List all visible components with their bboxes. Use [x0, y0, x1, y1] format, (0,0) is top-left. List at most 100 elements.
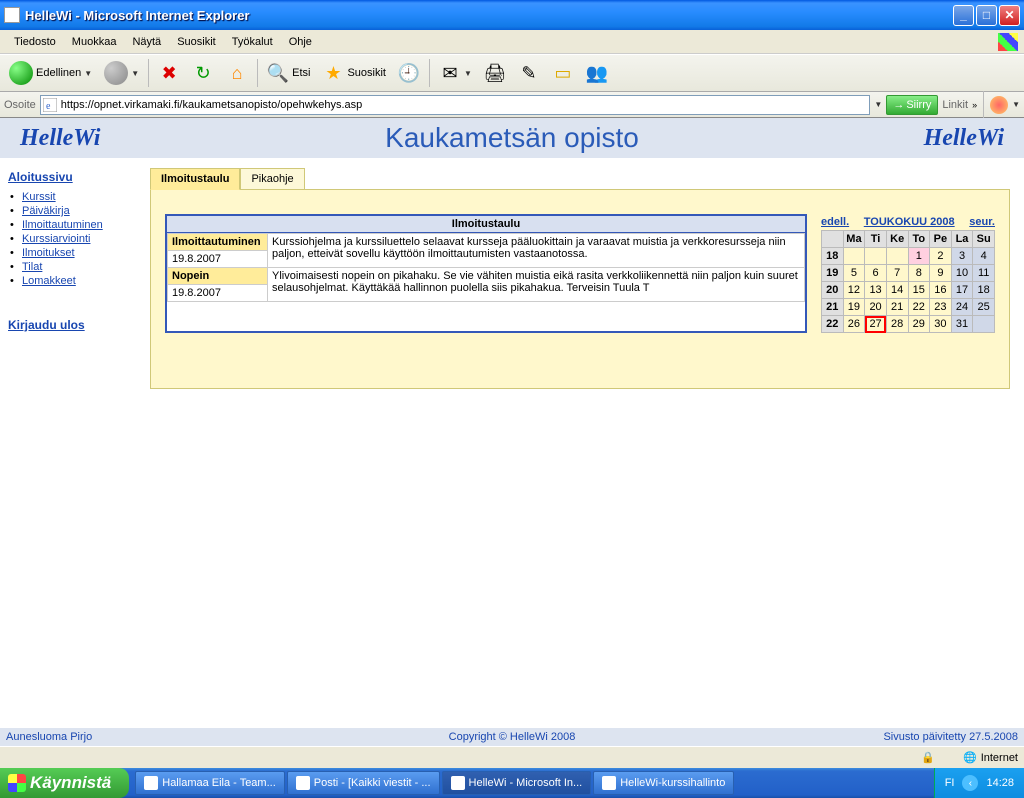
taskbar-item[interactable]: HelleWi-kurssihallinto — [593, 771, 734, 795]
calendar-day[interactable]: 3 — [951, 248, 973, 265]
calendar-day[interactable]: 14 — [886, 282, 908, 299]
menu-tools[interactable]: Työkalut — [224, 33, 281, 51]
sidebar-signout-link[interactable]: Kirjaudu ulos — [8, 318, 142, 332]
calendar-day: 20 — [822, 282, 844, 299]
calendar-day[interactable]: 29 — [908, 316, 930, 333]
calendar-day[interactable]: 21 — [886, 299, 908, 316]
calendar-prev-link[interactable]: edell. — [821, 216, 849, 228]
calendar-day[interactable]: 13 — [865, 282, 887, 299]
menu-file[interactable]: Tiedosto — [6, 33, 64, 51]
messenger-button[interactable]: 👥 — [581, 58, 613, 88]
norton-icon[interactable] — [990, 96, 1008, 114]
menu-edit[interactable]: Muokkaa — [64, 33, 125, 51]
stop-button[interactable]: ✖ — [153, 58, 185, 88]
calendar-day[interactable]: 8 — [908, 265, 930, 282]
links-label[interactable]: Linkit — [942, 99, 968, 111]
go-button[interactable]: → Siirry — [886, 95, 938, 115]
calendar-day[interactable]: 31 — [951, 316, 973, 333]
sidebar-item-kurssit[interactable]: Kurssit — [22, 191, 56, 203]
calendar-day[interactable]: 25 — [973, 299, 995, 316]
calendar-day[interactable]: 5 — [843, 265, 865, 282]
calendar-day: 21 — [822, 299, 844, 316]
separator — [257, 59, 258, 87]
calendar-day[interactable]: 11 — [973, 265, 995, 282]
calendar-title[interactable]: TOUKOKUU 2008 — [864, 216, 955, 228]
sidebar-home-link[interactable]: Aloitussivu — [8, 170, 142, 184]
window-minimize-button[interactable]: _ — [953, 5, 974, 26]
calendar-day[interactable]: 1 — [908, 248, 930, 265]
chevron-down-icon: ▼ — [84, 69, 92, 78]
stop-icon: ✖ — [158, 62, 180, 84]
search-button[interactable]: 🔍Etsi — [262, 58, 315, 88]
tab-ilmoitustaulu[interactable]: Ilmoitustaulu — [150, 168, 240, 190]
calendar-day[interactable]: 24 — [951, 299, 973, 316]
announce-row-head: Nopein — [168, 268, 268, 285]
sidebar-item-tilat[interactable]: Tilat — [22, 261, 42, 273]
discuss-button[interactable]: ▭ — [547, 58, 579, 88]
calendar-day[interactable]: 26 — [843, 316, 865, 333]
sidebar-item-paivakirja[interactable]: Päiväkirja — [22, 205, 70, 217]
calendar-day[interactable]: 22 — [908, 299, 930, 316]
chevron-down-icon: ▼ — [464, 69, 472, 78]
window-close-button[interactable]: ✕ — [999, 5, 1020, 26]
links-expand-icon[interactable]: » — [972, 100, 977, 110]
taskbar-item[interactable]: Hallamaa Eila - Team... — [135, 771, 285, 795]
forward-button[interactable]: ▼ — [99, 58, 144, 88]
calendar-day[interactable]: 19 — [843, 299, 865, 316]
tray-clock[interactable]: 14:28 — [986, 777, 1014, 789]
edit-button[interactable]: ✎ — [513, 58, 545, 88]
calendar-day[interactable]: 23 — [930, 299, 952, 316]
tray-expand-icon[interactable]: ‹ — [962, 775, 978, 791]
address-dropdown-icon[interactable]: ▼ — [874, 100, 882, 109]
calendar-dow: Su — [973, 231, 995, 248]
calendar-dow: Ke — [886, 231, 908, 248]
menu-help[interactable]: Ohje — [281, 33, 320, 51]
page-header: HelleWi Kaukametsän opisto HelleWi — [0, 118, 1024, 158]
history-button[interactable]: 🕘 — [393, 58, 425, 88]
window-maximize-button[interactable]: □ — [976, 5, 997, 26]
calendar-day[interactable]: 12 — [843, 282, 865, 299]
tray-lang[interactable]: FI — [945, 777, 955, 789]
sidebar-item-ilmoittautuminen[interactable]: Ilmoittautuminen — [22, 219, 103, 231]
taskbar-item[interactable]: Posti - [Kaikki viestit - ... — [287, 771, 440, 795]
calendar-day[interactable]: 30 — [930, 316, 952, 333]
menu-favorites[interactable]: Suosikit — [169, 33, 224, 51]
announcements-header: Ilmoitustaulu — [167, 216, 805, 233]
calendar-day[interactable]: 27 — [865, 316, 887, 333]
calendar-day[interactable]: 15 — [908, 282, 930, 299]
calendar-day[interactable]: 16 — [930, 282, 952, 299]
calendar-day[interactable]: 17 — [951, 282, 973, 299]
mail-button[interactable]: ✉▼ — [434, 58, 477, 88]
calendar-dow: La — [951, 231, 973, 248]
back-button[interactable]: Edellinen▼ — [4, 58, 97, 88]
calendar-day[interactable]: 4 — [973, 248, 995, 265]
taskbar-item[interactable]: HelleWi - Microsoft In... — [442, 771, 592, 795]
address-input[interactable] — [40, 95, 871, 115]
tab-body: Ilmoitustaulu Ilmoittautuminen Kurssiohj… — [150, 189, 1010, 389]
window-titlebar: HelleWi - Microsoft Internet Explorer _ … — [0, 0, 1024, 30]
favorites-button[interactable]: ★Suosikit — [317, 58, 391, 88]
calendar-day[interactable]: 6 — [865, 265, 887, 282]
calendar-day[interactable]: 9 — [930, 265, 952, 282]
edit-icon: ✎ — [518, 62, 540, 84]
sidebar-item-lomakkeet[interactable]: Lomakkeet — [22, 275, 76, 287]
calendar-day[interactable]: 28 — [886, 316, 908, 333]
menu-view[interactable]: Näytä — [124, 33, 169, 51]
taskbar-item-label: HelleWi-kurssihallinto — [620, 777, 725, 789]
calendar-day[interactable]: 2 — [930, 248, 952, 265]
refresh-button[interactable]: ↻ — [187, 58, 219, 88]
calendar-day[interactable]: 18 — [973, 282, 995, 299]
home-button[interactable]: ⌂ — [221, 58, 253, 88]
calendar-next-link[interactable]: seur. — [969, 216, 995, 228]
calendar-day[interactable]: 10 — [951, 265, 973, 282]
start-button[interactable]: Käynnistä — [0, 768, 129, 798]
sidebar-item-kurssiarviointi[interactable]: Kurssiarviointi — [22, 233, 90, 245]
sidebar-item-ilmoitukset[interactable]: Ilmoitukset — [22, 247, 75, 259]
calendar-day[interactable]: 7 — [886, 265, 908, 282]
footer-copyright: Copyright © HelleWi 2008 — [340, 731, 684, 743]
print-button[interactable]: 🖨 — [479, 58, 511, 88]
tab-pikaohje[interactable]: Pikaohje — [240, 168, 304, 190]
favorites-label: Suosikit — [347, 67, 386, 79]
address-bar: Osoite ▼ → Siirry Linkit » ▼ — [0, 92, 1024, 118]
calendar-day[interactable]: 20 — [865, 299, 887, 316]
